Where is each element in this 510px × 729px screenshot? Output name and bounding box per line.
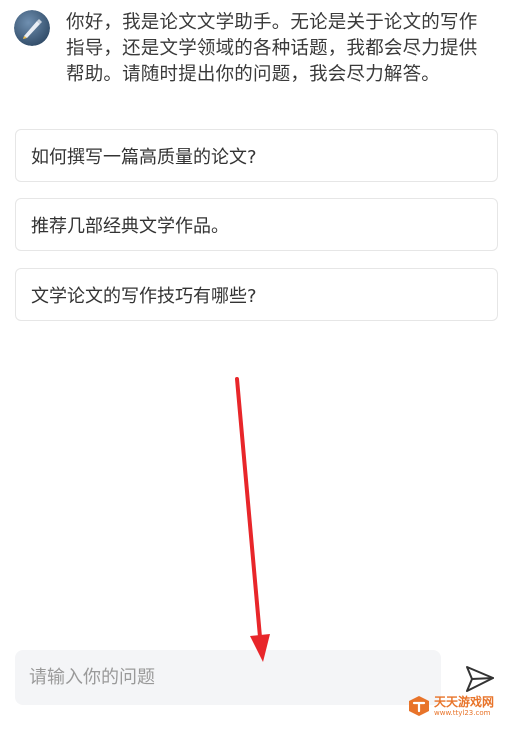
watermark-url: www.ttyl23.com (434, 708, 491, 717)
suggestion-item[interactable]: 文学论文的写作技巧有哪些? (15, 268, 498, 321)
send-button[interactable] (464, 663, 496, 695)
assistant-message: 你好，我是论文文学助手。无论是关于论文的写作指导，还是文学领域的各种话题，我都会… (14, 10, 500, 88)
suggestion-item[interactable]: 如何撰写一篇高质量的论文? (15, 129, 498, 182)
chat-page: 你好，我是论文文学助手。无论是关于论文的写作指导，还是文学领域的各种话题，我都会… (0, 0, 510, 729)
question-input[interactable] (15, 650, 441, 705)
assistant-avatar (14, 10, 50, 46)
watermark: 天天游戏网 www.ttyl23.com (408, 692, 508, 720)
watermark-logo-icon (409, 696, 429, 716)
red-annotation-arrow (235, 377, 270, 662)
watermark-title: 天天游戏网 (434, 694, 495, 709)
question-input-container[interactable] (15, 650, 441, 705)
paper-plane-icon (466, 666, 494, 692)
pen-avatar-icon (14, 10, 50, 46)
suggestion-item[interactable]: 推荐几部经典文学作品。 (15, 198, 498, 251)
assistant-greeting: 你好，我是论文文学助手。无论是关于论文的写作指导，还是文学领域的各种话题，我都会… (66, 12, 478, 85)
